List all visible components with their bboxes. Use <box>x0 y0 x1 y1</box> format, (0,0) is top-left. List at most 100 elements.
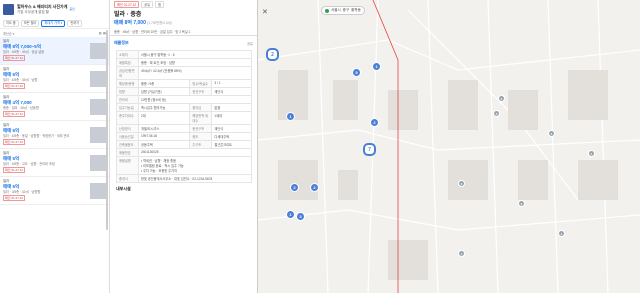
filter-bar: 지도 중 모든 필터 최대가 가격 ▾ 반려가 <box>0 18 109 29</box>
info-key: 현관구조 <box>189 87 213 96</box>
listing-thumbnail[interactable] <box>90 71 106 87</box>
map-pin[interactable]: 3 <box>458 180 465 187</box>
map-pin[interactable]: 1 <box>286 112 295 121</box>
confirm-tag: 확인 01.27.12 <box>3 111 26 118</box>
info-row: 매물설명 • 역세권 · 남향 · 채광 좋음 • 리모델링 완료 · 즉시 입주… <box>116 156 252 175</box>
location-district[interactable]: 중구 <box>343 8 349 13</box>
info-key: 해당면적 세대수 <box>189 111 213 125</box>
info-header: 매물정보 공유 <box>110 36 257 50</box>
map-pin[interactable]: 1 <box>286 210 295 219</box>
map-pin[interactable]: 3 <box>493 110 500 117</box>
info-key: 해당층/총층 <box>116 79 139 88</box>
info-row: 관리비 10만원 (청소비 등) <box>116 95 252 104</box>
filter-chip[interactable]: 반려가 <box>67 19 83 27</box>
agency-logo <box>3 3 14 15</box>
info-value: 49.6㎡ / 42.3㎡ (전용률 85%) <box>138 66 252 80</box>
confirm-tag: 확인 01.27.12 <box>3 83 26 90</box>
listing-item[interactable]: 빌라 매매 8억 7,000~5억 빌라 · 4/5층 · 49㎡ · 공급 넓… <box>0 37 109 65</box>
info-share-button[interactable]: 공유 <box>247 41 253 46</box>
confirm-tag: 확인 01.27.12 <box>3 167 26 174</box>
map-pin[interactable]: 2 <box>310 183 319 192</box>
map-pin[interactable]: 1 <box>558 230 565 237</box>
detail-price: 매매 8억 7,000 (1,700만원/3.3㎡) <box>114 20 172 26</box>
listing-item[interactable]: 빌라 매매 4억 7,000 중층 · 빌라 · 45㎡ · 남동향 확인 01… <box>0 93 109 121</box>
info-key: 입주가능일 <box>116 103 139 112</box>
map-canvas <box>258 0 640 293</box>
building-blocks <box>278 70 618 280</box>
map-pin[interactable]: 1 <box>458 250 465 257</box>
confirm-tag: 확인 01.27.12 <box>3 55 26 62</box>
confirm-tag: 확인 01.27.12 <box>3 195 26 202</box>
info-row: 난방방식 개별/도시가스 현관구조 계단식 <box>116 124 252 133</box>
info-value: 중층 · 확 트인 조망 · 남향 <box>138 58 252 67</box>
info-value: 없음 <box>211 103 252 112</box>
listing-item[interactable]: 빌라 매매 5억 빌라 · 3/5층 · 42㎡ · 남향향 확인 01.27.… <box>0 177 109 205</box>
map-view[interactable]: ✕ 서울시 중구 황학동 215217221323243211 <box>258 0 640 293</box>
info-key: 소재지 <box>116 50 139 59</box>
info-value: 중층 / 5층 <box>137 79 191 88</box>
detail-toolbar: 확인 01.27.12 공유 찜 <box>110 0 257 9</box>
share-button[interactable]: 공유 <box>141 1 154 8</box>
location-city[interactable]: 서울시 <box>331 8 341 13</box>
info-key: 매물설명 <box>116 156 139 175</box>
map-pin[interactable]: 2 <box>518 200 525 207</box>
map-pin[interactable]: 2 <box>370 118 379 127</box>
info-key: 중개사 <box>116 174 139 183</box>
info-row: 건축물용도 공동주택 주구조 철근콘크리트 <box>116 140 252 149</box>
detail-title: 빌라 · 중층 <box>114 12 142 18</box>
info-key: 공급/전용면적 <box>116 66 139 80</box>
info-row: 중개사 한빛 공인중개사사무소 · 대표 김민수 · 02-1234-5678 <box>116 174 252 183</box>
sort-bar: 최신순 ▾ ◧ ▦ <box>0 29 109 37</box>
info-key: 주구조 <box>189 140 213 149</box>
map-pin[interactable]: 2 <box>548 130 555 137</box>
listing-thumbnail[interactable] <box>90 183 106 199</box>
info-table: 소재지 서울시 중구 황학동 ·1 · 6 매물특징 중층 · 확 트인 조망 · 남… <box>116 50 252 183</box>
map-pin[interactable]: 2 <box>498 95 505 102</box>
filter-chip[interactable]: 모든 필터 <box>20 19 40 27</box>
listing-item[interactable]: 빌라 매매 5억 빌라 · 4/5층 · 동일 · 남향향 · 적정한가 · 세… <box>0 121 109 149</box>
filter-chip[interactable]: 지도 중 <box>3 19 19 27</box>
info-row: 소재지 서울시 중구 황학동 ·1 · 6 <box>116 50 252 59</box>
filter-chip[interactable]: 최대가 가격 ▾ <box>41 19 66 27</box>
section-title: 내부시설 <box>116 186 131 191</box>
info-row: 사용승인일 1997.06.18 용도 다세대주택 <box>116 132 252 141</box>
info-row: 입주가능일 즉시입주 협의가능 융자금 없음 <box>116 103 252 112</box>
info-row: 매물번호 2401130025 <box>116 148 252 157</box>
listing-item[interactable]: 빌라 매매 5억 빌라 · 4/5층 · 고도 · 남향 · 관리비 조정 확인… <box>0 149 109 177</box>
map-pin[interactable]: 7 <box>363 143 376 156</box>
info-row: 총주차대수 2대 해당면적 세대수 1세대 <box>116 111 252 125</box>
info-title: 매물정보 <box>114 40 129 45</box>
info-value: 철근콘크리트 <box>211 140 252 149</box>
info-row: 해당층/총층 중층 / 5층 방수/욕실수 3 / 1 <box>116 79 252 88</box>
map-pin[interactable]: 4 <box>588 150 595 157</box>
info-key: 건축물용도 <box>116 140 139 149</box>
favorite-button[interactable]: 찜 <box>155 1 164 8</box>
agency-sub: 기업 사무공개 깔끔 할 <box>17 9 49 14</box>
listing-thumbnail[interactable] <box>90 127 106 143</box>
listing-thumbnail[interactable] <box>90 99 106 115</box>
info-value: 2대 <box>137 111 191 125</box>
detail-summary: 중층 · 49㎡ · 남향 · 관리비 10만 · 금일 입주 · 방 3 욕실… <box>110 27 257 36</box>
info-value: 1997.06.18 <box>137 132 191 141</box>
info-value: 공동주택 <box>137 140 191 149</box>
view-toggle[interactable]: ◧ ▦ <box>99 31 106 35</box>
listing-item[interactable]: 빌라 매매 5억 빌라 · 4/5층 · 45㎡ · 남향 확인 01.27.1… <box>0 65 109 93</box>
listing-thumbnail[interactable] <box>90 43 106 59</box>
location-dong[interactable]: 황학동 <box>351 8 361 13</box>
map-pin[interactable]: 2 <box>290 183 299 192</box>
listing-list: 빌라 매매 8억 7,000~5억 빌라 · 4/5층 · 49㎡ · 공급 넓… <box>0 37 109 205</box>
map-pin[interactable]: 3 <box>296 212 305 221</box>
list-scrollbar[interactable] <box>106 30 108 230</box>
map-pin[interactable]: 1 <box>372 62 381 71</box>
map-pin[interactable]: 5 <box>352 68 361 77</box>
close-icon[interactable]: ✕ <box>262 8 268 16</box>
sort-dropdown[interactable]: 최신순 ▾ <box>3 31 14 36</box>
info-key: 용도 <box>189 132 213 141</box>
listing-thumbnail[interactable] <box>90 155 106 171</box>
info-value: 1세대 <box>211 111 252 125</box>
detail-panel: 확인 01.27.12 공유 찜 빌라 · 중층 매매 8억 7,000 (1,… <box>110 0 258 293</box>
map-pin[interactable]: 2 <box>266 48 279 61</box>
info-value: 계단식 <box>211 124 252 133</box>
location-dot-icon <box>325 8 329 13</box>
info-value: 3 / 1 <box>211 79 252 88</box>
